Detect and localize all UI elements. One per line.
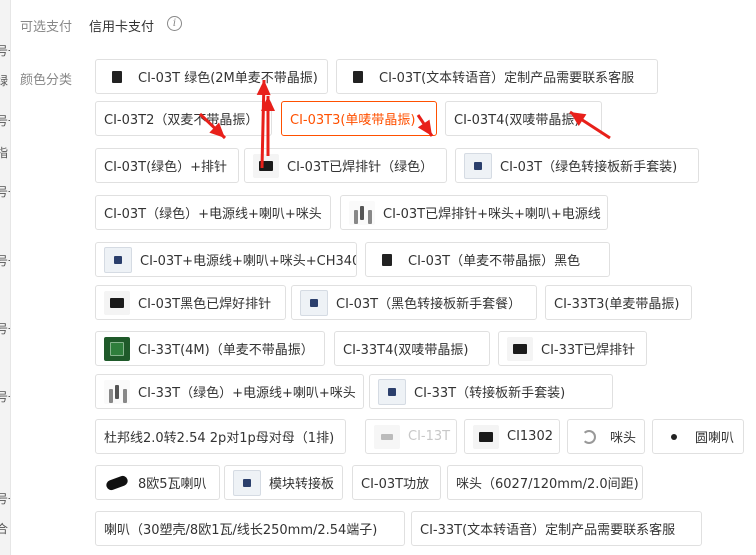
- color-option-label: CI-03T黑色已焊好排针: [138, 297, 272, 312]
- product-thumbnail: [374, 424, 400, 449]
- color-option[interactable]: CI-03T4(双唛带晶振): [445, 101, 602, 136]
- color-option[interactable]: CI-03T(文本转语音）定制产品需要联系客服: [336, 59, 658, 94]
- product-thumbnail: [104, 290, 130, 315]
- color-option[interactable]: 圆喇叭: [652, 419, 744, 454]
- product-thumbnail: [104, 336, 130, 361]
- sidebar-fragment: 号一: [0, 320, 10, 337]
- color-option[interactable]: 8欧5瓦喇叭: [95, 465, 220, 500]
- color-category-label: 颜色分类: [20, 73, 73, 88]
- product-thumbnail: [576, 425, 602, 449]
- color-option-label: CI-03T已焊排针（绿色）: [287, 160, 434, 175]
- product-thumbnail: [661, 425, 687, 449]
- color-option-label: CI-03T(文本转语音）定制产品需要联系客服: [379, 71, 635, 86]
- color-option-label: CI-03T 绿色(2M单麦不带晶振): [138, 71, 318, 86]
- color-option-label: CI-13T: [408, 429, 451, 444]
- sidebar-fragment: 号一: [0, 183, 10, 200]
- product-thumbnail: [253, 153, 279, 178]
- sidebar-fragment: 号一: [0, 252, 10, 269]
- color-option[interactable]: 喇叭（30塑壳/8欧1瓦/线长250mm/2.54端子): [95, 511, 405, 546]
- product-thumbnail: [345, 65, 371, 89]
- color-option[interactable]: CI-33T(文本转语音）定制产品需要联系客服: [411, 511, 702, 546]
- color-option[interactable]: CI-33T（绿色）+电源线+喇叭+咪头: [95, 374, 364, 409]
- color-option[interactable]: CI-33T（转接板新手套装): [369, 374, 613, 409]
- color-option-label: 咪头（6027/120mm/2.0间距): [456, 477, 639, 492]
- color-option[interactable]: CI-03T(绿色）+排针: [95, 148, 239, 183]
- color-option-label: CI-03T3(单唛带晶振): [290, 113, 416, 128]
- color-option-label: CI-33T（绿色）+电源线+喇叭+咪头: [138, 386, 356, 401]
- sidebar-fragment: 号一: [0, 112, 10, 129]
- color-option-label: CI-03T已焊排针+咪头+喇叭+电源线: [383, 207, 601, 222]
- color-option-label: CI-03T（绿色转接板新手套装): [500, 160, 678, 175]
- sidebar-fragment: 号一: [0, 388, 10, 405]
- color-option[interactable]: 模块转接板: [224, 465, 343, 500]
- color-option[interactable]: CI1302: [464, 419, 560, 454]
- color-option-label: 模块转接板: [269, 477, 335, 492]
- color-option-label: CI-33T3(单麦带晶振): [554, 297, 680, 312]
- color-option[interactable]: CI-03T（绿色转接板新手套装): [455, 148, 699, 183]
- color-option-label: CI-03T（单麦不带晶振）黑色: [408, 254, 581, 269]
- color-option-label: 喇叭（30塑壳/8欧1瓦/线长250mm/2.54端子): [104, 523, 378, 538]
- sidebar-fragment: 绿: [0, 72, 8, 89]
- color-option-label: CI-33T(4M)（单麦不带晶振）: [138, 343, 314, 358]
- color-option[interactable]: CI-03T3(单唛带晶振): [281, 101, 437, 136]
- sidebar-fragment: 号一: [0, 42, 10, 59]
- color-option[interactable]: CI-03T 绿色(2M单麦不带晶振): [95, 59, 328, 94]
- product-thumbnail: [374, 248, 400, 272]
- color-option-label: CI-03T(绿色）+排针: [104, 160, 228, 175]
- color-option[interactable]: CI-33T3(单麦带晶振): [545, 285, 692, 320]
- product-thumbnail: [464, 152, 492, 179]
- product-thumbnail: [104, 379, 130, 404]
- sidebar-fragment: 号一: [0, 490, 10, 507]
- left-sidebar-strip: 号一 绿 号一 指 号一 号一 号一 号一 号一 合: [0, 0, 11, 555]
- color-option-label: CI-33T(文本转语音）定制产品需要联系客服: [420, 523, 676, 538]
- info-icon[interactable]: i: [167, 16, 182, 31]
- product-thumbnail: [233, 469, 261, 496]
- product-thumbnail: [473, 424, 499, 449]
- product-thumbnail: [104, 65, 130, 89]
- sidebar-fragment: 指: [0, 144, 8, 161]
- color-option-label: CI1302: [507, 429, 553, 444]
- color-option[interactable]: CI-33T4(双唛带晶振): [334, 331, 490, 366]
- color-option[interactable]: CI-33T已焊排针: [498, 331, 647, 366]
- color-option[interactable]: CI-03T（绿色）+电源线+喇叭+咪头: [95, 195, 331, 230]
- color-option-label: 杜邦线2.0转2.54 2p对1p母对母（1排): [104, 431, 335, 446]
- sidebar-fragment: 合: [0, 520, 8, 537]
- color-option-label: CI-03T2（双麦不带晶振）: [104, 113, 259, 128]
- payment-value: 信用卡支付: [89, 20, 155, 35]
- color-option[interactable]: CI-13T: [365, 419, 457, 454]
- color-option-label: CI-03T功放: [361, 477, 430, 492]
- product-thumbnail: [378, 378, 406, 405]
- color-option-label: 8欧5瓦喇叭: [138, 477, 207, 492]
- color-option[interactable]: CI-03T+电源线+喇叭+咪头+CH340: [95, 242, 357, 277]
- color-option-label: CI-03T+电源线+喇叭+咪头+CH340: [140, 254, 357, 269]
- color-option-label: CI-33T已焊排针: [541, 343, 636, 358]
- product-thumbnail: [104, 471, 130, 495]
- color-option[interactable]: CI-03T已焊排针（绿色）: [244, 148, 447, 183]
- color-option-label: CI-03T4(双唛带晶振): [454, 113, 580, 128]
- color-option[interactable]: CI-03T黑色已焊好排针: [95, 285, 286, 320]
- color-option[interactable]: CI-03T（黑色转接板新手套餐）: [291, 285, 537, 320]
- color-option[interactable]: CI-33T(4M)（单麦不带晶振）: [95, 331, 325, 366]
- product-thumbnail: [104, 246, 132, 273]
- color-option[interactable]: CI-03T2（双麦不带晶振）: [95, 101, 272, 136]
- color-option[interactable]: 咪头: [567, 419, 645, 454]
- payment-label: 可选支付: [20, 20, 73, 35]
- color-option-label: CI-03T（绿色）+电源线+喇叭+咪头: [104, 207, 322, 222]
- color-option[interactable]: CI-03T（单麦不带晶振）黑色: [365, 242, 610, 277]
- color-option[interactable]: CI-03T功放: [352, 465, 441, 500]
- color-option-label: CI-33T（转接板新手套装): [414, 386, 566, 401]
- product-thumbnail: [507, 336, 533, 361]
- color-option[interactable]: 咪头（6027/120mm/2.0间距): [447, 465, 643, 500]
- color-option-label: 圆喇叭: [695, 431, 735, 446]
- color-option[interactable]: 杜邦线2.0转2.54 2p对1p母对母（1排): [95, 419, 346, 454]
- color-option-label: CI-03T（黑色转接板新手套餐）: [336, 297, 522, 312]
- color-option-label: CI-33T4(双唛带晶振): [343, 343, 469, 358]
- color-option-label: 咪头: [610, 431, 637, 446]
- product-thumbnail: [349, 200, 375, 225]
- color-option[interactable]: CI-03T已焊排针+咪头+喇叭+电源线: [340, 195, 608, 230]
- product-thumbnail: [300, 289, 328, 316]
